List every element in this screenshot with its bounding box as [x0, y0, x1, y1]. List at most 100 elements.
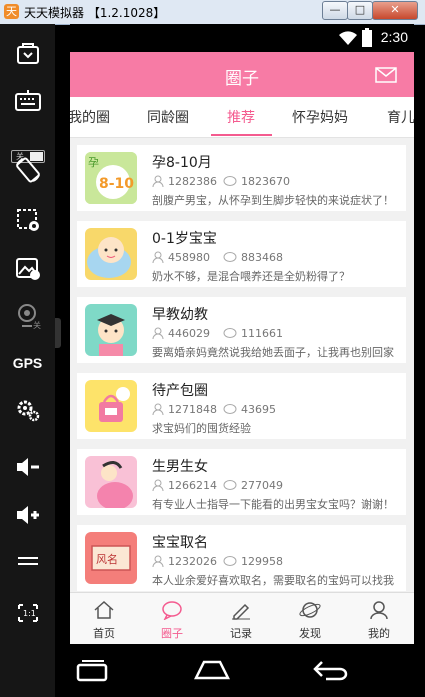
members-icon: [152, 327, 164, 340]
tab-parenting[interactable]: 育儿: [387, 107, 414, 127]
home-icon: [94, 600, 114, 619]
circle-card[interactable]: 孕 8-10 孕8-10月 1282386 1823670 剖腹产男宝，从怀孕到生…: [77, 145, 406, 211]
circle-list: 孕 8-10 孕8-10月 1282386 1823670 剖腹产男宝，从怀孕到生…: [70, 137, 414, 592]
members-icon: [152, 555, 164, 568]
pencil-icon: [232, 603, 250, 620]
circle-card[interactable]: 风名 宝宝取名 1232026 129958 本人业余爱好喜欢取名，需要取名的宝…: [77, 525, 406, 591]
rotate-screen-icon[interactable]: [0, 156, 55, 184]
circle-name: 0-1岁宝宝: [152, 231, 217, 247]
tab-pregnant-moms[interactable]: 怀孕妈妈: [292, 107, 348, 127]
tab-recommended[interactable]: 推荐: [227, 107, 255, 127]
post-count-value: 883468: [241, 251, 283, 264]
profile-icon: [370, 601, 388, 620]
post-count: 129958: [223, 555, 283, 568]
post-count: 43695: [223, 403, 276, 416]
tab-same-age[interactable]: 同龄圈: [147, 107, 189, 127]
android-nav-bar: [55, 644, 425, 697]
member-count: 1282386: [152, 175, 217, 188]
posts-icon: [223, 404, 237, 414]
battery-icon: [362, 28, 372, 47]
circle-thumbnail: [85, 456, 137, 508]
nav-record[interactable]: 记录: [207, 593, 275, 644]
member-count-value: 1266214: [168, 479, 217, 492]
keyboard-icon[interactable]: [0, 88, 55, 112]
post-count: 1823670: [223, 175, 290, 188]
nav-discover[interactable]: 发现: [276, 593, 344, 644]
circle-card[interactable]: 早教幼教 446029 111661 要离婚亲妈竟然说我给她丢面子，让我再也别回…: [77, 297, 406, 363]
posts-icon: [223, 556, 237, 566]
volume-up-icon[interactable]: [0, 502, 55, 528]
close-button[interactable]: ✕: [372, 1, 418, 20]
posts-icon: [223, 252, 237, 262]
circle-description: 求宝妈们的囤货经验: [152, 422, 251, 435]
post-count-value: 129958: [241, 555, 283, 568]
recent-apps-icon[interactable]: [74, 658, 110, 682]
circle-card[interactable]: 0-1岁宝宝 458980 883468 奶水不够，是混合喂养还是全奶粉得了？: [77, 221, 406, 287]
circle-name: 生男生女: [152, 459, 208, 475]
thumb-text: 风名: [96, 552, 118, 566]
volume-down-icon[interactable]: [0, 454, 55, 480]
circle-thumbnail: [85, 304, 137, 356]
members-icon: [152, 251, 164, 264]
active-tab-indicator: [211, 134, 272, 136]
post-count-value: 1823670: [241, 175, 290, 188]
circle-name: 孕8-10月: [152, 155, 212, 171]
member-count: 446029: [152, 327, 210, 340]
circle-description: 本人业余爱好喜欢取名，需要取名的宝妈可以找我: [152, 574, 394, 587]
circle-thumbnail: [85, 228, 137, 280]
back-icon[interactable]: [312, 658, 350, 682]
mail-icon[interactable]: [375, 67, 397, 83]
gallery-icon[interactable]: [0, 254, 55, 282]
minimize-button[interactable]: —: [322, 1, 348, 20]
circle-description: 要离婚亲妈竟然说我给她丢面子，让我再也别回家: [152, 346, 394, 359]
posts-icon: [223, 480, 237, 490]
circle-description: 有专业人士指导一下能看的出男宝女宝吗？谢谢！: [152, 498, 394, 511]
member-count-value: 1271848: [168, 403, 217, 416]
screenshot-icon[interactable]: [0, 206, 55, 234]
collapse-handle[interactable]: [55, 318, 61, 348]
post-count-value: 43695: [241, 403, 276, 416]
member-count: 1271848: [152, 403, 217, 416]
circle-chat-icon: [162, 601, 182, 620]
menu-icon[interactable]: [0, 554, 55, 570]
nav-circles[interactable]: 圈子: [138, 593, 206, 644]
home-button-icon[interactable]: [194, 658, 230, 682]
circle-description: 奶水不够，是混合喂养还是全奶粉得了？: [152, 270, 350, 283]
members-icon: [152, 403, 164, 416]
planet-icon: [299, 602, 321, 618]
app-store-icon[interactable]: [0, 40, 55, 66]
circle-card[interactable]: 生男生女 1266214 277049 有专业人士指导一下能看的出男宝女宝吗？谢…: [77, 449, 406, 515]
camera-icon[interactable]: 关: [0, 302, 55, 330]
thumb-tag: 孕: [88, 156, 99, 169]
resolution-icon[interactable]: 1:1: [0, 600, 55, 626]
post-count-value: 277049: [241, 479, 283, 492]
members-icon: [152, 175, 164, 188]
settings-gears-icon[interactable]: [0, 396, 55, 424]
circle-card[interactable]: 待产包圈 1271848 43695 求宝妈们的囤货经验: [77, 373, 406, 439]
maximize-button[interactable]: □: [347, 1, 373, 20]
circle-description: 剖腹产男宝，从怀孕到生脚步轻快的来说症状了！: [152, 194, 394, 207]
page-title: 圈子: [225, 69, 259, 89]
post-count: 277049: [223, 479, 283, 492]
member-count-value: 1282386: [168, 175, 217, 188]
nav-home[interactable]: 首页: [70, 593, 138, 644]
circle-thumbnail: 风名: [85, 532, 137, 584]
status-bar: 2:30: [70, 24, 414, 52]
tab-my-circles[interactable]: 我的圈: [70, 107, 110, 127]
bottom-navigation: 首页 圈子 记录 发现 我的: [70, 592, 414, 644]
member-count: 1232026: [152, 555, 217, 568]
circle-thumbnail: [85, 380, 137, 432]
circle-thumbnail: 孕 8-10: [85, 152, 137, 204]
circle-name: 宝宝取名: [152, 535, 208, 551]
gps-button[interactable]: GPS: [0, 355, 55, 371]
window-title: 天天模拟器 【1.2.1028】: [24, 6, 166, 20]
clock: 2:30: [380, 29, 408, 45]
post-count-value: 111661: [241, 327, 283, 340]
member-count-value: 458980: [168, 251, 210, 264]
nav-label: 首页: [93, 627, 115, 640]
circle-name: 待产包圈: [152, 383, 208, 399]
nav-label: 记录: [230, 627, 252, 640]
post-count: 111661: [223, 327, 283, 340]
nav-label: 我的: [368, 627, 390, 640]
nav-profile[interactable]: 我的: [345, 593, 413, 644]
